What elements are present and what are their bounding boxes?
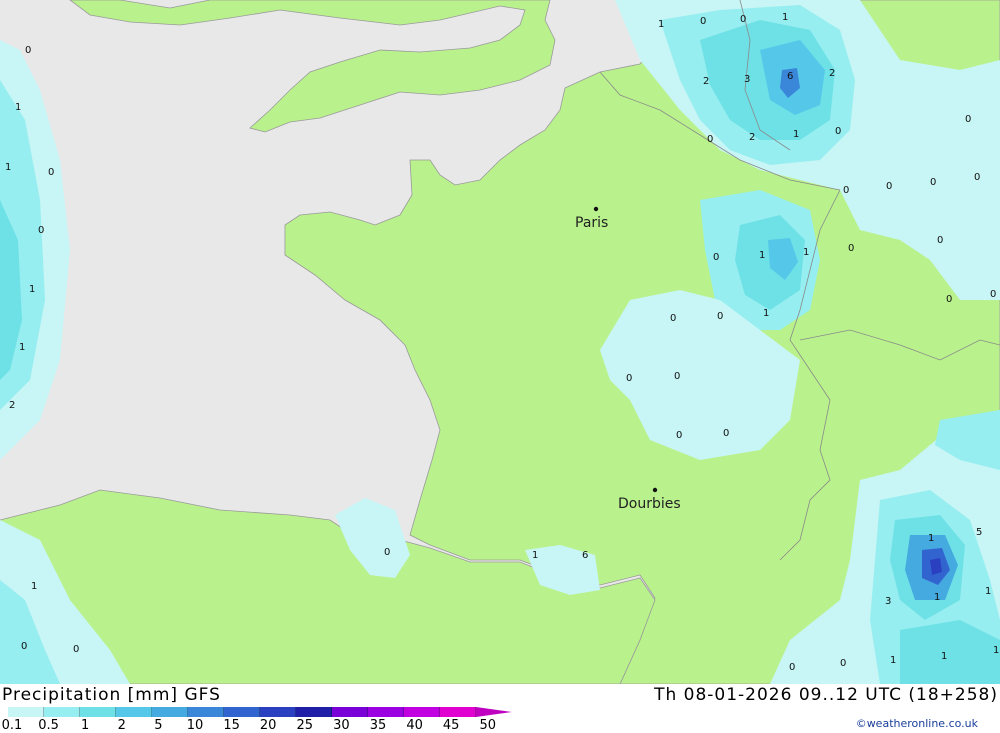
svg-text:0: 0 [707, 134, 713, 145]
svg-text:2: 2 [9, 400, 15, 411]
svg-text:6: 6 [787, 71, 793, 82]
svg-text:0: 0 [886, 181, 892, 192]
scale-tick-label: 1 [81, 718, 90, 733]
svg-text:1: 1 [803, 247, 809, 258]
scale-tick-label: 2 [117, 718, 126, 733]
scale-swatch [188, 707, 224, 717]
svg-text:1: 1 [793, 129, 799, 140]
svg-text:1: 1 [763, 308, 769, 319]
svg-text:1: 1 [928, 533, 934, 544]
scale-swatch [44, 707, 80, 717]
scale-tick-label: 35 [369, 718, 387, 733]
svg-text:0: 0 [700, 16, 706, 27]
svg-text:1: 1 [941, 651, 947, 662]
scale-ticks: 0.1 0.5 1 2 5 10 15 20 25 30 35 40 45 50 [0, 718, 540, 733]
scale-swatch [152, 707, 188, 717]
svg-text:1: 1 [993, 645, 999, 656]
scale-swatch [260, 707, 296, 717]
scale-swatch [116, 707, 152, 717]
scale-tick-label: 40 [406, 718, 423, 733]
svg-text:0: 0 [848, 243, 854, 254]
scale-swatch [296, 707, 332, 717]
svg-text:1: 1 [532, 550, 538, 561]
svg-text:0: 0 [626, 373, 632, 384]
svg-text:0: 0 [713, 252, 719, 263]
scale-tick-label: 45 [442, 718, 460, 733]
scale-swatch [8, 707, 44, 717]
precipitation-map: Paris Dourbies 1 0 0 1 0 2 3 6 2 0 2 1 0… [0, 0, 1000, 684]
svg-text:0: 0 [674, 371, 680, 382]
scale-tick-label: 5 [154, 718, 163, 733]
svg-text:0: 0 [930, 177, 936, 188]
scale-tick-label: 10 [186, 718, 204, 733]
footer-bar: Precipitation [mm] GFS Th 08-01-2026 09.… [0, 684, 1000, 733]
scale-tick-label: 30 [333, 718, 350, 733]
svg-text:Paris: Paris [575, 215, 608, 231]
scale-tick-label: 25 [296, 718, 314, 733]
svg-text:0: 0 [965, 114, 971, 125]
svg-text:0: 0 [676, 430, 682, 441]
svg-text:0: 0 [717, 311, 723, 322]
color-scale [8, 707, 512, 717]
scale-tick-label: 50 [479, 718, 497, 733]
svg-text:0: 0 [670, 313, 676, 324]
svg-text:0: 0 [740, 14, 746, 25]
svg-text:0: 0 [840, 658, 846, 669]
scale-arrow [476, 707, 512, 717]
svg-text:1: 1 [890, 655, 896, 666]
scale-tick-label: 15 [223, 718, 240, 733]
svg-text:1: 1 [934, 592, 940, 603]
svg-text:0: 0 [974, 172, 980, 183]
svg-text:0: 0 [25, 45, 31, 56]
svg-text:0: 0 [789, 662, 795, 673]
svg-text:0: 0 [990, 289, 996, 300]
svg-text:5: 5 [976, 527, 982, 538]
scale-swatch [368, 707, 404, 717]
credit-link[interactable]: ©weatheronline.co.uk [856, 717, 978, 730]
svg-text:1: 1 [31, 581, 37, 592]
svg-text:0: 0 [937, 235, 943, 246]
svg-text:0: 0 [73, 644, 79, 655]
svg-text:0: 0 [946, 294, 952, 305]
valid-time: Th 08-01-2026 09..12 UTC (18+258) [654, 685, 998, 705]
svg-text:0: 0 [835, 126, 841, 137]
svg-text:0: 0 [38, 225, 44, 236]
svg-text:1: 1 [658, 19, 664, 30]
svg-text:2: 2 [829, 68, 835, 79]
svg-text:1: 1 [985, 586, 991, 597]
scale-swatch [404, 707, 440, 717]
map-title: Precipitation [mm] GFS [2, 685, 221, 705]
svg-text:1: 1 [15, 102, 21, 113]
svg-text:0: 0 [843, 185, 849, 196]
svg-text:1: 1 [29, 284, 35, 295]
scale-tick-label: 20 [259, 718, 277, 733]
svg-text:3: 3 [885, 596, 891, 607]
scale-swatch [80, 707, 116, 717]
svg-text:2: 2 [749, 132, 755, 143]
scale-tick-label: 0.5 [38, 718, 59, 733]
svg-text:6: 6 [582, 550, 588, 561]
svg-text:1: 1 [5, 162, 11, 173]
scale-tick-label: 0.1 [1, 718, 23, 733]
svg-text:1: 1 [782, 12, 788, 23]
scale-swatch [224, 707, 260, 717]
svg-text:2: 2 [703, 76, 709, 87]
scale-swatch [332, 707, 368, 717]
svg-text:3: 3 [744, 74, 750, 85]
scale-swatch [440, 707, 476, 717]
svg-text:0: 0 [723, 428, 729, 439]
svg-text:Dourbies: Dourbies [618, 496, 681, 512]
svg-text:0: 0 [21, 641, 27, 652]
svg-text:1: 1 [759, 250, 765, 261]
svg-text:0: 0 [384, 547, 390, 558]
svg-text:0: 0 [48, 167, 54, 178]
svg-text:1: 1 [19, 342, 25, 353]
